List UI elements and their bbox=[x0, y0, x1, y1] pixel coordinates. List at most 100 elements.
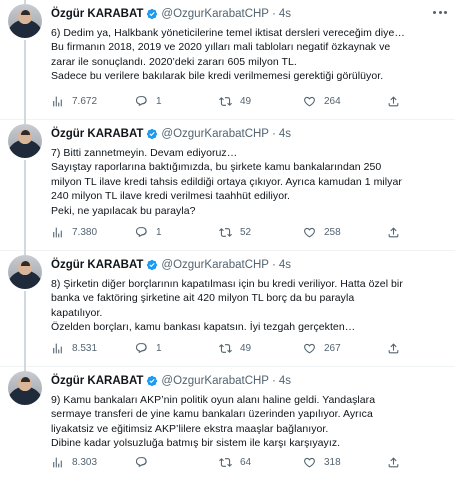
like-count: 267 bbox=[324, 342, 341, 354]
retweet-button[interactable]: 49 bbox=[219, 342, 303, 355]
tweet-text: 8) Şirketin diğer borçlarının kapatılmas… bbox=[51, 277, 447, 335]
like-count: 318 bbox=[324, 456, 341, 468]
author-name[interactable]: Özgür KARABAT bbox=[51, 259, 143, 271]
tweet-text-line: Sadece bu verilere bakılarak bile kredi … bbox=[51, 70, 384, 83]
separator: · bbox=[271, 259, 276, 271]
heart-icon bbox=[304, 96, 315, 106]
share-icon bbox=[388, 95, 399, 106]
views-icon bbox=[53, 457, 62, 467]
tweet-text-line: Özelden borçları, kamu bankası kapatsın.… bbox=[51, 321, 356, 334]
reply-button[interactable] bbox=[135, 456, 219, 469]
thread-line bbox=[24, 160, 26, 251]
tweet-text-line: Peki, ne yapılacak bu parayla? bbox=[51, 204, 196, 217]
retweet-count: 64 bbox=[240, 456, 252, 468]
reply-count: 1 bbox=[156, 226, 162, 238]
tweet-text-line: zarar ile sonuçlandı. 2020’deki zararı 6… bbox=[51, 55, 297, 68]
reply-button[interactable]: 1 bbox=[135, 342, 219, 355]
heart-icon bbox=[304, 457, 315, 467]
verified-badge-icon bbox=[147, 375, 158, 387]
share-button[interactable] bbox=[387, 95, 400, 108]
share-button[interactable] bbox=[387, 456, 400, 469]
views-icon bbox=[53, 227, 62, 237]
views-icon bbox=[53, 96, 62, 106]
reply-icon bbox=[135, 95, 147, 106]
tweet-text-line: 8) Şirketin diğer borçlarının kapatılmas… bbox=[51, 278, 403, 290]
reply-count: 1 bbox=[156, 342, 162, 354]
reply-icon bbox=[135, 342, 147, 353]
tweet-text-line: sermaye transferi de yine kamu bankaları… bbox=[51, 408, 373, 421]
reply-button[interactable]: 1 bbox=[135, 95, 219, 108]
views-icon bbox=[53, 343, 62, 353]
views-button[interactable]: 8.531 bbox=[51, 342, 135, 355]
tweet-text-line: kapatılıyor. bbox=[51, 306, 103, 319]
author-handle[interactable]: @OzgurKarabatCHP bbox=[161, 128, 269, 140]
author-handle[interactable]: @OzgurKarabatCHP bbox=[161, 8, 269, 20]
tweet-7[interactable]: Özgür KARABAT @OzgurKarabatCHP · 4s 7) B… bbox=[0, 120, 455, 251]
timestamp[interactable]: 4s bbox=[279, 259, 291, 271]
avatar[interactable] bbox=[8, 255, 42, 289]
like-count: 264 bbox=[324, 95, 341, 107]
verified-badge-icon bbox=[147, 128, 158, 140]
like-button[interactable]: 258 bbox=[303, 226, 387, 239]
author-name[interactable]: Özgür KARABAT bbox=[51, 375, 143, 387]
separator: · bbox=[271, 8, 276, 20]
tweet-text: 9) Kamu bankaları AKP’nin politik oyun a… bbox=[51, 393, 447, 451]
tweet-text-line: banka ve faktöring şirketine ait 420 mil… bbox=[51, 292, 355, 305]
verified-badge-icon bbox=[147, 8, 158, 20]
thread-line bbox=[24, 291, 26, 367]
like-button[interactable]: 264 bbox=[303, 95, 387, 108]
tweet-9[interactable]: Özgür KARABAT @OzgurKarabatCHP · 4s 9) K… bbox=[0, 367, 455, 479]
tweet-8[interactable]: Özgür KARABAT @OzgurKarabatCHP · 4s 8) Ş… bbox=[0, 251, 455, 367]
timestamp[interactable]: 4s bbox=[279, 128, 291, 140]
author-name[interactable]: Özgür KARABAT bbox=[51, 128, 143, 140]
retweet-icon bbox=[219, 343, 232, 353]
tweet-text-line: Dibine kadar yolsuzluğa batmış bir siste… bbox=[51, 437, 341, 450]
tweet-actions: 7.672 1 49 264 bbox=[51, 94, 447, 108]
timestamp[interactable]: 4s bbox=[279, 375, 291, 387]
views-button[interactable]: 7.672 bbox=[51, 95, 135, 108]
more-options-icon[interactable] bbox=[433, 7, 447, 17]
tweet-text-line: 240 milyon TL ilave kredi verilmesi taah… bbox=[51, 190, 291, 203]
retweet-button[interactable]: 49 bbox=[219, 95, 303, 108]
views-count: 8.531 bbox=[72, 342, 98, 354]
tweet-text-line: liyakatsiz ve eğitimsiz AKP’lilere ekstr… bbox=[51, 422, 329, 435]
retweet-button[interactable]: 52 bbox=[219, 226, 303, 239]
like-button[interactable]: 318 bbox=[303, 456, 387, 469]
author-name[interactable]: Özgür KARABAT bbox=[51, 8, 143, 20]
heart-icon bbox=[304, 343, 315, 353]
avatar[interactable] bbox=[8, 371, 42, 405]
tweet-actions: 7.380 1 52 258 bbox=[51, 225, 447, 239]
views-button[interactable]: 8.303 bbox=[51, 456, 135, 469]
views-count: 8.303 bbox=[72, 456, 98, 468]
tweet-actions: 8.531 1 49 267 bbox=[51, 341, 447, 355]
like-count: 258 bbox=[324, 226, 341, 238]
avatar[interactable] bbox=[8, 124, 42, 158]
reply-button[interactable]: 1 bbox=[135, 226, 219, 239]
tweet-6[interactable]: Özgür KARABAT @OzgurKarabatCHP · 4s 6) D… bbox=[0, 0, 455, 120]
thread-line bbox=[24, 40, 26, 120]
views-count: 7.672 bbox=[72, 95, 98, 107]
retweet-count: 49 bbox=[240, 95, 252, 107]
views-button[interactable]: 7.380 bbox=[51, 226, 135, 239]
timestamp[interactable]: 4s bbox=[279, 8, 291, 20]
author-handle[interactable]: @OzgurKarabatCHP bbox=[161, 259, 269, 271]
share-icon bbox=[388, 342, 399, 353]
tweet-text-line: Bu firmanın 2018, 2019 ve 2020 yılları m… bbox=[51, 41, 391, 54]
reply-count: 1 bbox=[156, 95, 162, 107]
heart-icon bbox=[304, 227, 315, 237]
share-icon bbox=[388, 226, 399, 237]
reply-icon bbox=[135, 226, 147, 237]
retweet-count: 52 bbox=[240, 226, 252, 238]
avatar[interactable] bbox=[8, 4, 42, 38]
retweet-count: 49 bbox=[240, 342, 252, 354]
share-icon bbox=[388, 456, 399, 467]
like-button[interactable]: 267 bbox=[303, 342, 387, 355]
tweet-text-line: 6) Dedim ya, Halkbank yöneticilerine tem… bbox=[51, 27, 405, 39]
reply-icon bbox=[135, 456, 147, 467]
retweet-icon bbox=[219, 96, 232, 106]
share-button[interactable] bbox=[387, 342, 400, 355]
share-button[interactable] bbox=[387, 226, 400, 239]
author-handle[interactable]: @OzgurKarabatCHP bbox=[161, 375, 269, 387]
retweet-button[interactable]: 64 bbox=[219, 456, 303, 469]
tweet-text-line: 7) Bitti zannetmeyin. Devam ediyoruz… bbox=[51, 147, 238, 159]
